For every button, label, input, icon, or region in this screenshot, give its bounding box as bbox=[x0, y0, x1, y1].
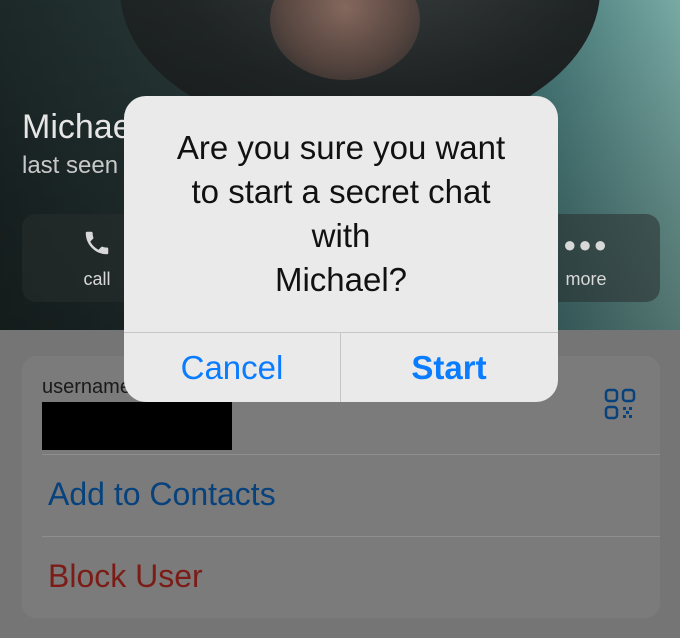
alert-message: Are you sure you want to start a secret … bbox=[176, 129, 506, 298]
cancel-button[interactable]: Cancel bbox=[124, 333, 340, 402]
qr-code-icon[interactable] bbox=[604, 388, 636, 420]
add-to-contacts-button[interactable]: Add to Contacts bbox=[48, 476, 276, 513]
divider bbox=[42, 536, 660, 537]
username-value-redacted bbox=[42, 402, 232, 450]
start-button[interactable]: Start bbox=[341, 333, 557, 402]
divider bbox=[42, 454, 660, 455]
profile-name: Michael bbox=[22, 108, 140, 146]
username-label: username bbox=[42, 376, 131, 398]
secret-chat-alert: Are you sure you want to start a secret … bbox=[124, 96, 558, 402]
block-user-button[interactable]: Block User bbox=[48, 558, 203, 595]
